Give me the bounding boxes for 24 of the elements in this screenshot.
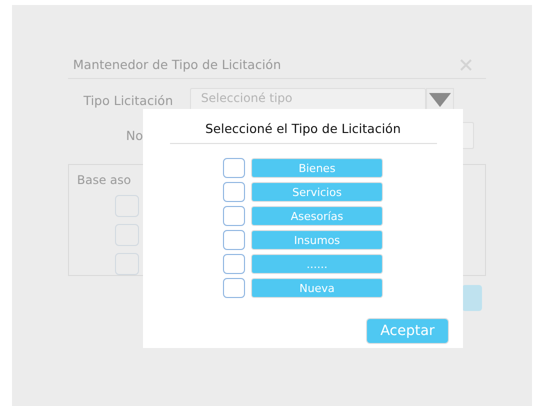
dropdown-icon: [429, 93, 451, 107]
accept-button[interactable]: Aceptar: [366, 318, 449, 344]
checkbox[interactable]: [223, 158, 245, 178]
modal-title: Seleccioné el Tipo de Licitación: [170, 121, 436, 144]
option-button[interactable]: Asesorías: [251, 206, 383, 226]
close-icon[interactable]: [460, 58, 472, 70]
checkbox[interactable]: [223, 278, 245, 298]
checkbox[interactable]: [223, 182, 245, 202]
checkbox[interactable]: [223, 206, 245, 226]
dialog-title: Mantenedor de Tipo de Licitación: [73, 57, 282, 72]
option-button[interactable]: Insumos: [251, 230, 383, 250]
faded-button[interactable]: [462, 285, 482, 311]
field-label: No: [125, 128, 143, 142]
checkbox[interactable]: [115, 195, 139, 217]
checkbox[interactable]: [223, 254, 245, 274]
option-button[interactable]: ......: [251, 254, 383, 274]
option-button[interactable]: Servicios: [251, 182, 383, 202]
option-button[interactable]: Bienes: [251, 158, 383, 178]
group-title: Base aso: [77, 173, 131, 187]
checkbox[interactable]: [115, 224, 139, 246]
field-label: Tipo Licitación: [82, 92, 174, 108]
checkbox[interactable]: [115, 253, 139, 275]
option-button[interactable]: Nueva: [251, 278, 383, 298]
checkbox[interactable]: [223, 230, 245, 250]
